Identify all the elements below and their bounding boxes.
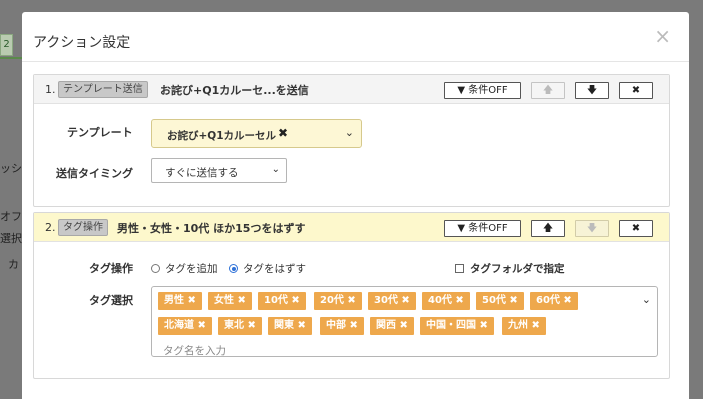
radio-button[interactable] xyxy=(151,264,160,273)
section-number: 2. xyxy=(45,221,56,234)
arrow-down-icon: 🡇 xyxy=(586,85,598,96)
radio-button[interactable] xyxy=(229,264,238,273)
action-type-badge: テンプレート送信 xyxy=(58,81,148,98)
delete-action-button[interactable]: ✖ xyxy=(619,82,653,99)
tag-chip[interactable]: 北海道 ✖ xyxy=(158,317,212,335)
tag-folder-label: タグフォルダで指定 xyxy=(470,263,565,275)
send-timing-value: すぐに送信する xyxy=(165,167,239,179)
delete-action-button[interactable]: ✖ xyxy=(619,220,653,237)
tag-chip[interactable]: 東北 ✖ xyxy=(218,317,262,335)
section-title: 男性・女性・10代 ほか15つをはずす xyxy=(117,222,306,235)
background-tab: 2 xyxy=(0,34,13,56)
tag-chip[interactable]: 九州 ✖ xyxy=(502,317,546,335)
background-text: カ xyxy=(8,258,19,271)
template-value: お詫び+Q1カルーセル xyxy=(167,130,277,142)
filter-icon: ▼ xyxy=(457,85,466,96)
close-icon[interactable]: × xyxy=(654,26,671,46)
condition-off-label: 条件OFF xyxy=(468,223,508,234)
checkbox[interactable] xyxy=(455,264,464,273)
close-icon: ✖ xyxy=(631,85,641,96)
tag-select-input[interactable]: ⌄ タグ名を入力 男性 ✖ 女性 ✖ 10代 ✖ 20代 ✖ 30代 ✖ 40代 ✖ 50代… xyxy=(151,286,658,357)
section-header: 2. タグ操作 男性・女性・10代 ほか15つをはずす ▼ 条件OFF 🡅 🡇 … xyxy=(34,213,669,242)
remove-template-icon[interactable]: ✖ xyxy=(278,126,288,140)
tag-chip[interactable]: 10代 ✖ xyxy=(258,292,306,310)
tag-chip[interactable]: 40代 ✖ xyxy=(422,292,470,310)
tag-chip[interactable]: 中国・四国 ✖ xyxy=(420,317,494,335)
filter-icon: ▼ xyxy=(457,223,466,234)
radio-remove-tag-label: タグをはずす xyxy=(243,263,306,275)
section-number: 1. xyxy=(45,83,56,96)
action-settings-modal: アクション設定 × 1. テンプレート送信 お詫び+Q1カルーセ...を送信 ▼… xyxy=(22,12,689,399)
modal-title: アクション設定 xyxy=(33,35,131,51)
template-label: テンプレート xyxy=(67,126,133,139)
arrow-up-icon: 🡅 xyxy=(542,85,554,96)
background-text: ッシ xyxy=(0,162,22,175)
condition-off-label: 条件OFF xyxy=(468,85,508,96)
radio-add-tag-label: タグを追加 xyxy=(165,263,218,275)
tag-chip[interactable]: 関西 ✖ xyxy=(370,317,414,335)
action-type-badge: タグ操作 xyxy=(58,219,108,236)
tag-chip[interactable]: 30代 ✖ xyxy=(368,292,416,310)
section-header: 1. テンプレート送信 お詫び+Q1カルーセ...を送信 ▼ 条件OFF 🡅 🡇… xyxy=(34,75,669,104)
background-divider xyxy=(0,57,22,59)
move-up-button[interactable]: 🡅 xyxy=(531,220,565,237)
arrow-down-icon: 🡇 xyxy=(586,223,598,234)
modal-header: アクション設定 × xyxy=(22,12,689,62)
send-timing-select[interactable]: すぐに送信する ⌄ xyxy=(151,158,287,183)
move-up-button[interactable]: 🡅 xyxy=(531,82,565,99)
chevron-down-icon: ⌄ xyxy=(271,164,280,175)
tag-chip[interactable]: 60代 ✖ xyxy=(530,292,578,310)
tag-chip[interactable]: 中部 ✖ xyxy=(320,317,364,335)
tag-chip[interactable]: 関東 ✖ xyxy=(268,317,312,335)
radio-remove-tag[interactable]: タグをはずす xyxy=(229,261,306,276)
radio-add-tag[interactable]: タグを追加 xyxy=(151,261,218,276)
action-section-tag-operation: 2. タグ操作 男性・女性・10代 ほか15つをはずす ▼ 条件OFF 🡅 🡇 … xyxy=(33,212,670,379)
tag-chip[interactable]: 男性 ✖ xyxy=(158,292,202,310)
background-text: 選択 xyxy=(0,232,22,245)
tag-select-label: タグ選択 xyxy=(89,294,133,307)
chevron-down-icon: ⌄ xyxy=(344,126,354,139)
tag-chip[interactable]: 50代 ✖ xyxy=(476,292,524,310)
tag-chip[interactable]: 女性 ✖ xyxy=(208,292,252,310)
tag-input-placeholder[interactable]: タグ名を入力 xyxy=(163,343,226,358)
arrow-up-icon: 🡅 xyxy=(542,223,554,234)
tag-folder-checkbox[interactable]: タグフォルダで指定 xyxy=(455,261,565,276)
send-timing-label: 送信タイミング xyxy=(56,167,133,180)
move-down-button[interactable]: 🡇 xyxy=(575,82,609,99)
move-down-button[interactable]: 🡇 xyxy=(575,220,609,237)
tag-operation-label: タグ操作 xyxy=(89,262,133,275)
background-text: オフ xyxy=(0,210,22,223)
condition-off-button[interactable]: ▼ 条件OFF xyxy=(444,220,521,237)
close-icon: ✖ xyxy=(631,223,641,234)
section-title: お詫び+Q1カルーセ...を送信 xyxy=(160,84,309,97)
condition-off-button[interactable]: ▼ 条件OFF xyxy=(444,82,521,99)
chevron-down-icon: ⌄ xyxy=(641,293,651,306)
tag-chip[interactable]: 20代 ✖ xyxy=(314,292,362,310)
template-select[interactable]: お詫び+Q1カルーセル ✖ ⌄ xyxy=(151,119,362,148)
action-section-template-send: 1. テンプレート送信 お詫び+Q1カルーセ...を送信 ▼ 条件OFF 🡅 🡇… xyxy=(33,74,670,207)
